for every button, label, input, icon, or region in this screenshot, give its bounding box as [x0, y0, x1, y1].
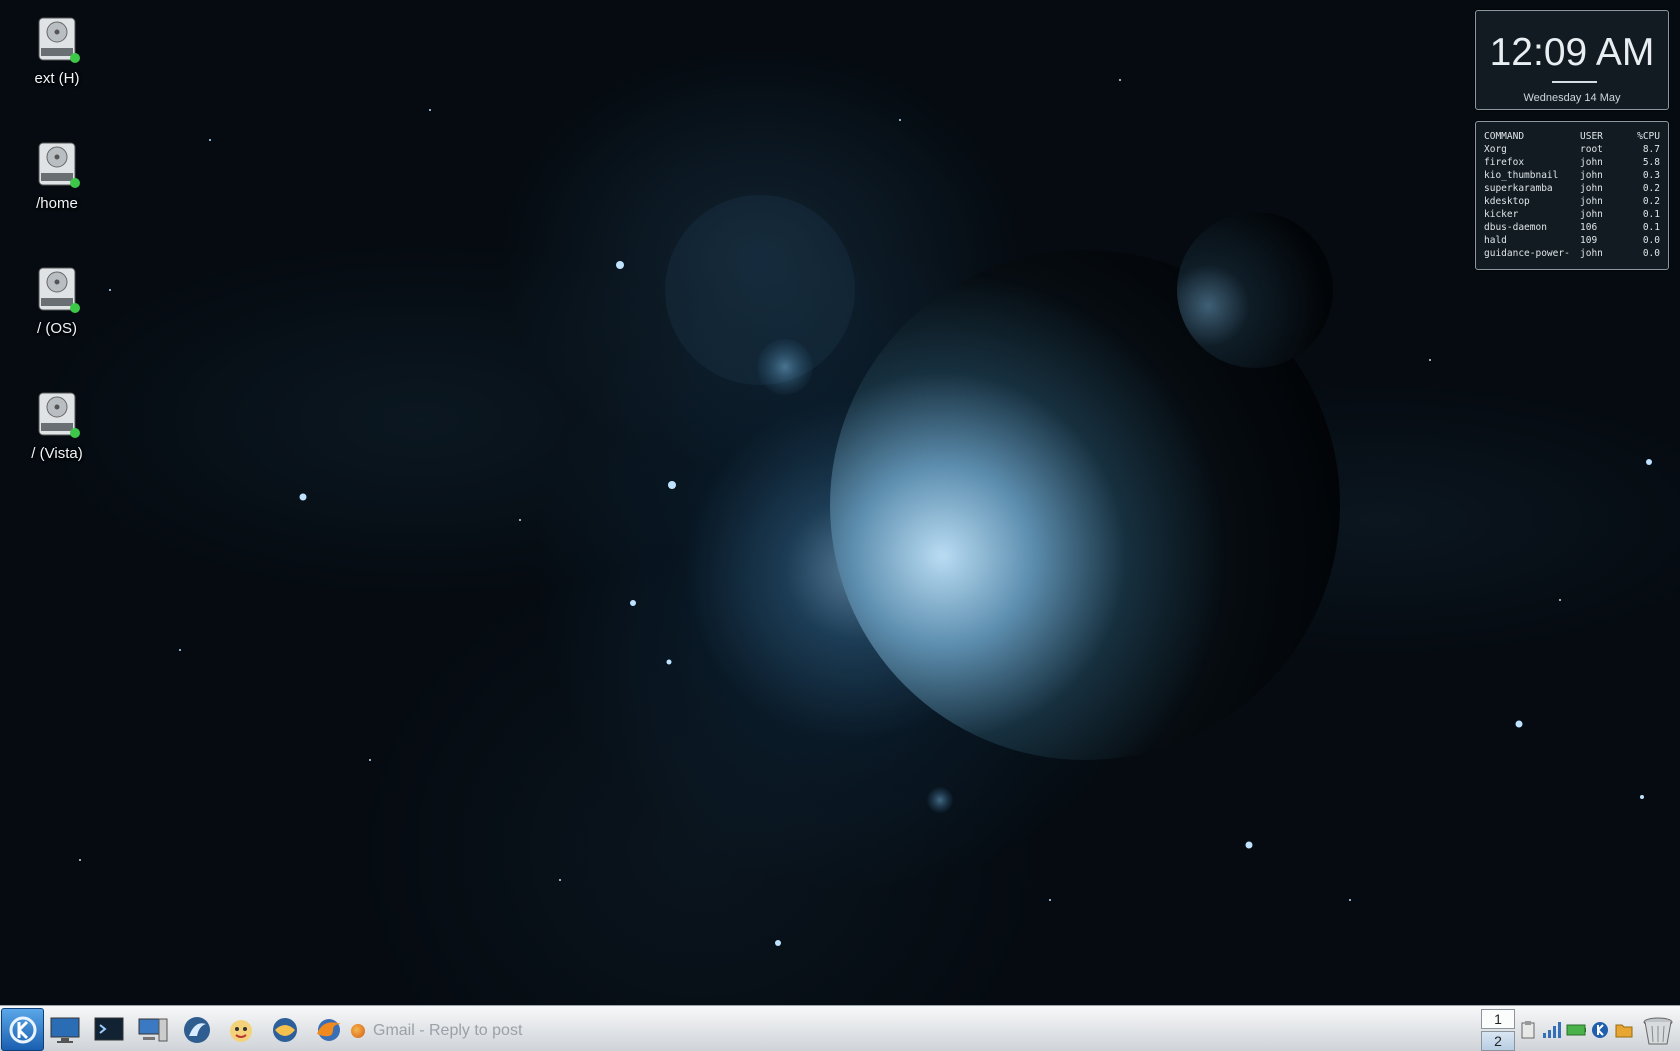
- process-monitor-widget[interactable]: COMMAND USER %CPU Xorg root 8.7 firefox joh…: [1475, 121, 1669, 270]
- process-user: john: [1580, 209, 1603, 220]
- kopete-icon: [230, 1020, 252, 1042]
- terminal-icon: [94, 1017, 124, 1041]
- process-table-header: COMMAND USER %CPU: [1484, 130, 1660, 143]
- process-user: john: [1580, 170, 1603, 181]
- table-row: kdesktop john 0.2: [1484, 195, 1660, 208]
- hard-drive-icon: [31, 139, 83, 191]
- process-user: john: [1580, 196, 1603, 207]
- desktop-icon: [50, 1017, 80, 1043]
- column-header-user: USER: [1580, 131, 1603, 142]
- process-user: john: [1580, 248, 1603, 259]
- pager-desktop-2[interactable]: 2: [1481, 1031, 1515, 1051]
- desktop-icon-label: ext (H): [34, 70, 80, 87]
- process-command: kdesktop: [1484, 196, 1530, 207]
- thunderbird-icon: [273, 1018, 297, 1042]
- desktop-icon-vista[interactable]: / (Vista): [2, 389, 112, 462]
- process-cpu: 0.1: [1642, 222, 1660, 233]
- hard-drive-icon: [31, 14, 83, 66]
- process-command: dbus-daemon: [1484, 222, 1547, 233]
- table-row: Xorg root 8.7: [1484, 143, 1660, 156]
- dolphin-icon: [184, 1017, 210, 1043]
- k-menu-button[interactable]: [1, 1008, 44, 1051]
- system-tray: [1518, 1016, 1638, 1044]
- trash-icon[interactable]: [1641, 1013, 1675, 1047]
- desktop-icon-label: / (Vista): [31, 445, 83, 462]
- folder-icon[interactable]: [1614, 1020, 1634, 1040]
- column-header-command: COMMAND: [1484, 131, 1525, 142]
- kde-k-icon: [9, 1016, 36, 1043]
- process-command: kicker: [1484, 209, 1519, 220]
- computer-icon: [138, 1018, 168, 1042]
- process-user: 109: [1580, 235, 1598, 246]
- process-table: COMMAND USER %CPU Xorg root 8.7 firefox joh…: [1484, 130, 1660, 260]
- process-command: superkaramba: [1484, 183, 1553, 194]
- process-cpu: 0.0: [1642, 235, 1660, 246]
- table-row: superkaramba john 0.2: [1484, 182, 1660, 195]
- table-row: guidance-power-john 0.0: [1484, 247, 1660, 260]
- system-launcher[interactable]: [136, 1014, 170, 1046]
- task-button-label: Gmail - Reply to post: [373, 1022, 523, 1039]
- process-cpu: 0.3: [1642, 170, 1660, 181]
- kde-update-icon[interactable]: [1590, 1020, 1610, 1040]
- column-header-cpu: %CPU: [1637, 131, 1660, 142]
- process-command: firefox: [1484, 157, 1525, 168]
- process-cpu: 0.0: [1642, 248, 1660, 259]
- kopete-launcher[interactable]: [224, 1014, 258, 1046]
- process-command: guidance-power-: [1484, 248, 1570, 259]
- process-cpu: 0.1: [1642, 209, 1660, 220]
- firefox-icon: [317, 1019, 341, 1041]
- clock-time: 12:09 AM: [1489, 31, 1655, 74]
- desktop-icon-os[interactable]: / (OS): [2, 264, 112, 337]
- firefox-launcher[interactable]: [312, 1014, 346, 1046]
- desktop-icon-ext-h[interactable]: ext (H): [2, 14, 112, 87]
- firefox-icon: [351, 1024, 365, 1038]
- clipboard-icon[interactable]: [1518, 1020, 1538, 1040]
- process-user: john: [1580, 183, 1603, 194]
- thunderbird-launcher[interactable]: [268, 1014, 302, 1046]
- show-desktop-launcher[interactable]: [48, 1014, 82, 1046]
- desktop-icon-label: / (OS): [37, 320, 77, 337]
- table-row: firefox john 5.8: [1484, 156, 1660, 169]
- process-user: john: [1580, 157, 1603, 168]
- file-manager-launcher[interactable]: [180, 1014, 214, 1046]
- hard-drive-icon: [31, 389, 83, 441]
- table-row: hald 109 0.0: [1484, 234, 1660, 247]
- process-command: hald: [1484, 235, 1507, 246]
- clock-underline: [1552, 81, 1597, 83]
- terminal-launcher[interactable]: [92, 1014, 126, 1046]
- pager-desktop-1[interactable]: 1: [1481, 1009, 1515, 1029]
- desktop-icon-label: /home: [36, 195, 78, 212]
- space-scene: [79, 79, 1652, 946]
- desktop-wallpaper: [0, 0, 1680, 1005]
- battery-icon[interactable]: [1566, 1020, 1586, 1040]
- table-row: kicker john 0.1: [1484, 208, 1660, 221]
- process-user: 106: [1580, 222, 1598, 233]
- process-cpu: 0.2: [1642, 196, 1660, 207]
- network-signal-icon[interactable]: [1542, 1020, 1562, 1040]
- task-button-gmail[interactable]: Gmail - Reply to post: [351, 1018, 551, 1044]
- process-cpu: 5.8: [1642, 157, 1660, 168]
- desktop-icon-home[interactable]: /home: [2, 139, 112, 212]
- clock-date: Wednesday 14 May: [1523, 92, 1621, 104]
- process-cpu: 8.7: [1642, 144, 1660, 155]
- process-command: kio_thumbnail: [1484, 170, 1559, 181]
- hard-drive-icon: [31, 264, 83, 316]
- process-user: root: [1580, 144, 1603, 155]
- process-cpu: 0.2: [1642, 183, 1660, 194]
- desktop-pager[interactable]: 1 2: [1481, 1009, 1515, 1051]
- table-row: kio_thumbnail john 0.3: [1484, 169, 1660, 182]
- table-row: dbus-daemon 106 0.1: [1484, 221, 1660, 234]
- clock-widget[interactable]: 12:09 AM Wednesday 14 May: [1475, 10, 1669, 110]
- taskbar: Gmail - Reply to post 1 2: [0, 1005, 1680, 1051]
- process-command: Xorg: [1484, 144, 1507, 155]
